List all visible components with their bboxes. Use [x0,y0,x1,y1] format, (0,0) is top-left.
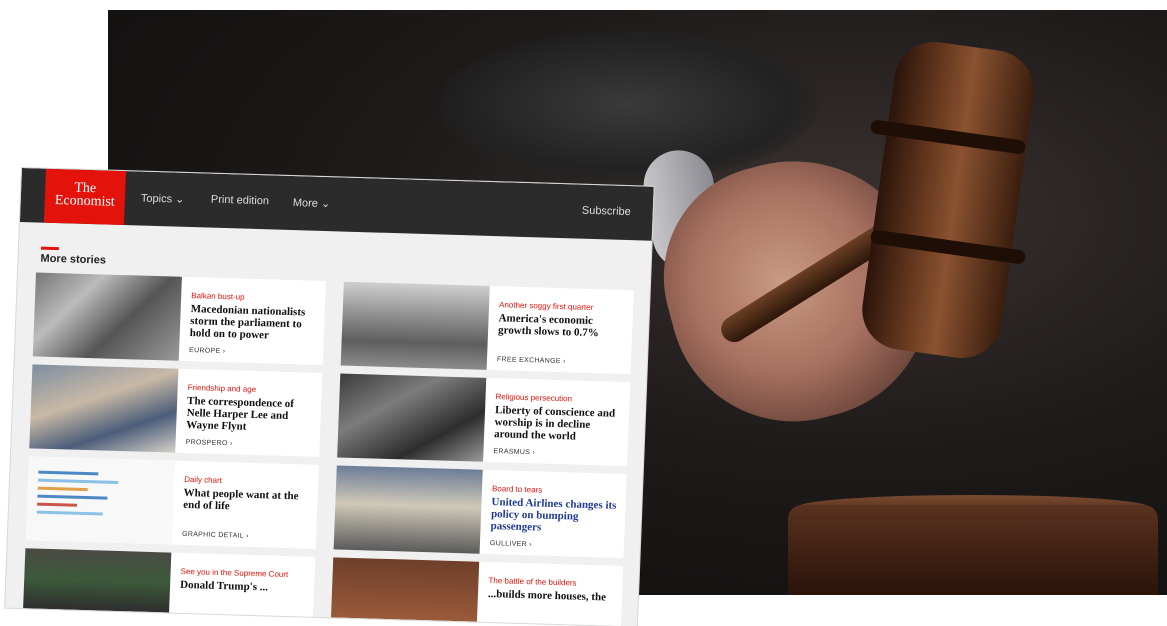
story-headline[interactable]: What people want at the end of life [183,487,312,515]
story-card[interactable]: Another soggy first quarter America's ec… [340,281,634,375]
story-card[interactable]: Balkan bust-up Macedonian nationalists s… [32,272,326,365]
story-headline[interactable]: ...builds more houses, the [488,588,616,604]
story-headline[interactable]: Macedonian nationalists storm the parlia… [190,303,319,343]
story-card[interactable]: Board to tears United Airlines changes i… [333,465,627,559]
story-card[interactable]: See you in the Supreme Court Donald Trum… [23,548,316,617]
story-headline[interactable]: The correspondence of Nelle Harper Lee a… [186,395,315,435]
chart-thumbnail [25,456,175,545]
story-section-link[interactable]: ERASMUS › [493,448,535,456]
story-section-link[interactable]: EUROPE › [189,347,226,355]
story-card[interactable]: Friendship and age The correspondence of… [29,364,323,457]
story-headline[interactable]: Liberty of conscience and worship is in … [494,404,623,444]
story-card[interactable]: Religious persecution Liberty of conscie… [337,373,631,467]
nav-more[interactable]: More ⌄ [293,196,331,210]
chart-bar [37,502,78,507]
story-image [333,465,483,554]
story-kicker: Religious persecution [495,392,573,404]
chart-bar [37,478,119,484]
nav-topics[interactable]: Topics ⌄ [141,192,185,206]
story-kicker: Board to tears [491,484,543,495]
story-card[interactable]: The battle of the builders ...builds mor… [330,557,624,626]
chart-bar [38,470,99,476]
story-image [340,281,490,370]
story-kicker: Balkan bust-up [191,291,245,302]
story-kicker: Friendship and age [187,383,257,395]
shoulder-shape [438,30,818,180]
economist-logo[interactable]: The Economist [43,168,126,226]
story-image [330,557,480,622]
story-section-link[interactable]: GULLIVER › [490,540,532,548]
story-image [23,548,172,613]
story-kicker: Another soggy first quarter [498,300,594,313]
story-section-link[interactable]: GRAPHIC DETAIL › [182,531,249,540]
story-headline[interactable]: America's economic growth slows to 0.7% [498,312,627,340]
story-section-link[interactable]: FREE EXCHANGE › [497,356,566,365]
story-headline[interactable]: United Airlines changes its policy on bu… [490,496,619,536]
story-headline[interactable]: Donald Trump's ... [180,579,308,595]
chart-bar [37,494,108,500]
nav-print-edition[interactable]: Print edition [211,194,270,208]
sound-block [788,505,1158,595]
chart-bar [36,510,103,516]
section-title: More stories [40,252,107,267]
gavel-head [857,36,1039,364]
story-section-link[interactable]: PROSPERO › [185,439,232,447]
story-image [337,373,487,462]
subscribe-link[interactable]: Subscribe [582,205,631,218]
story-image [29,364,179,453]
story-image [32,272,182,361]
chart-bar [37,486,88,492]
economist-page: The Economist Topics ⌄ Print edition Mor… [5,168,654,626]
story-kicker: See you in the Supreme Court [180,566,289,580]
story-kicker: Daily chart [183,474,223,486]
story-card[interactable]: Daily chart What people want at the end … [25,456,319,549]
story-kicker: The battle of the builders [488,576,577,588]
section-accent-bar [40,246,59,251]
